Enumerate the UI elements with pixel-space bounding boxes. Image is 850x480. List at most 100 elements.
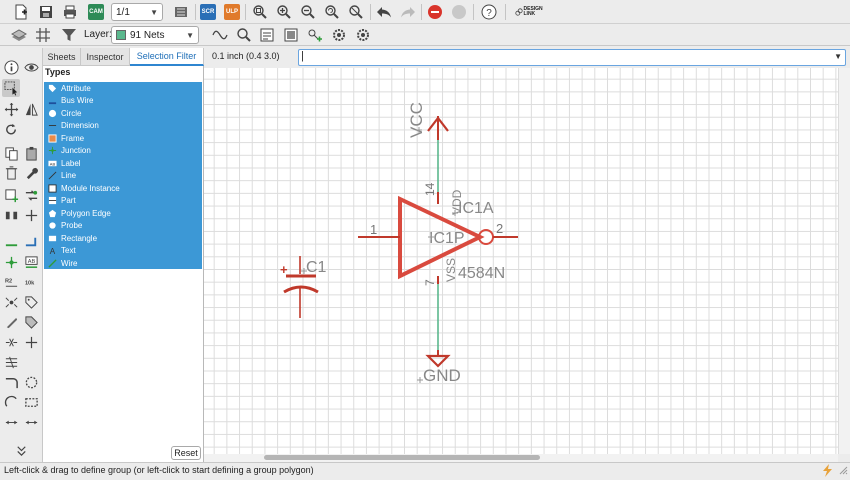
- erc-icon[interactable]: [258, 26, 276, 44]
- copy-icon[interactable]: [2, 144, 20, 162]
- paste-icon[interactable]: [22, 144, 40, 162]
- board-icon[interactable]: [172, 3, 190, 21]
- script-button[interactable]: SCR: [199, 3, 217, 21]
- tab-selection-filter[interactable]: Selection Filter: [130, 48, 204, 66]
- type-item-attribute[interactable]: Attribute: [44, 82, 202, 95]
- type-item-rectangle[interactable]: Rectangle: [44, 232, 202, 245]
- slice-icon[interactable]: [22, 206, 40, 224]
- rectangle-icon: [47, 233, 57, 243]
- move-icon[interactable]: [2, 100, 20, 118]
- gate-swap-icon[interactable]: [22, 333, 40, 351]
- command-input[interactable]: | ▼: [298, 49, 846, 66]
- undo-icon[interactable]: [375, 3, 393, 21]
- gnd-label: GND: [423, 366, 461, 385]
- junction-icon[interactable]: [2, 253, 20, 271]
- redo-icon[interactable]: [399, 3, 417, 21]
- layers-icon[interactable]: [10, 26, 28, 44]
- gnd-supply-symbol[interactable]: GND: [417, 350, 461, 385]
- help-icon[interactable]: ?: [480, 3, 498, 21]
- new-file-icon[interactable]: [12, 3, 30, 21]
- horizontal-scrollbar[interactable]: [204, 454, 838, 462]
- expand-icon[interactable]: [12, 441, 30, 459]
- tag-icon[interactable]: [22, 313, 40, 331]
- name-icon[interactable]: 10k: [22, 273, 40, 291]
- ic-value-label: 4584N: [458, 265, 505, 282]
- wave-icon[interactable]: [211, 26, 229, 44]
- rotate-icon[interactable]: [2, 120, 20, 138]
- pin-swap-icon[interactable]: [2, 333, 20, 351]
- reset-button[interactable]: Reset: [171, 446, 201, 460]
- wire-icon: [47, 258, 57, 268]
- tab-inspector[interactable]: Inspector: [81, 48, 130, 66]
- zoom-select-icon[interactable]: [347, 3, 365, 21]
- split-icon[interactable]: [2, 206, 20, 224]
- go-icon[interactable]: [450, 3, 468, 21]
- zoom-out-icon[interactable]: [299, 3, 317, 21]
- wire-bend-icon[interactable]: [2, 373, 20, 391]
- add-icon[interactable]: [2, 186, 20, 204]
- dimension-icon[interactable]: [2, 413, 20, 431]
- types-list: Attribute Bus Wire Circle Dimension Fram…: [44, 82, 202, 269]
- value-icon[interactable]: R2: [2, 273, 20, 291]
- arc-icon[interactable]: [2, 393, 20, 411]
- type-item-probe[interactable]: Probe: [44, 220, 202, 233]
- type-item-polygon-edge[interactable]: Polygon Edge: [44, 207, 202, 220]
- change-icon[interactable]: [2, 313, 20, 331]
- schematic-drawing: VCC 1 2 14 7 VDD VSS IC1A IC1P 4584N GND…: [280, 102, 518, 385]
- type-item-text[interactable]: A Text: [44, 245, 202, 258]
- info-icon[interactable]: [2, 58, 20, 76]
- stop-icon[interactable]: [426, 3, 444, 21]
- type-item-line[interactable]: Line: [44, 170, 202, 183]
- sheet-select[interactable]: 1/1 ▼: [111, 3, 163, 21]
- circle-icon: [47, 108, 57, 118]
- eye-icon[interactable]: [22, 58, 40, 76]
- gear-icon[interactable]: [354, 26, 372, 44]
- rect-icon[interactable]: [22, 393, 40, 411]
- replace-icon[interactable]: [22, 186, 40, 204]
- bus-icon[interactable]: [22, 232, 40, 250]
- settings-gear-icon[interactable]: [330, 26, 348, 44]
- save-icon[interactable]: [37, 3, 55, 21]
- cam-icon[interactable]: CAM: [87, 3, 105, 21]
- ulp-button[interactable]: ULP: [223, 3, 241, 21]
- filter-icon[interactable]: [60, 26, 78, 44]
- print-icon[interactable]: [61, 3, 79, 21]
- type-item-label[interactable]: AB Label: [44, 157, 202, 170]
- svg-text:?: ?: [486, 8, 492, 19]
- type-item-dimension[interactable]: Dimension: [44, 120, 202, 133]
- scrollbar-thumb[interactable]: [264, 455, 540, 460]
- add-part-icon[interactable]: [306, 26, 324, 44]
- type-item-bus-wire[interactable]: Bus Wire: [44, 95, 202, 108]
- circle-icon[interactable]: [22, 373, 40, 391]
- line-icon: [47, 171, 57, 181]
- net-icon[interactable]: [2, 232, 20, 250]
- capacitor-c1[interactable]: + C1: [280, 256, 327, 318]
- tab-sheets[interactable]: Sheets: [43, 48, 81, 66]
- attribute-icon[interactable]: [22, 293, 40, 311]
- type-item-part[interactable]: Part: [44, 195, 202, 208]
- zoom-redraw-icon[interactable]: [323, 3, 341, 21]
- smash-icon[interactable]: [2, 293, 20, 311]
- wrench-icon[interactable]: [22, 163, 40, 181]
- type-item-circle[interactable]: Circle: [44, 107, 202, 120]
- invoke-icon[interactable]: [2, 353, 20, 371]
- inverter-gate-ic1a[interactable]: 1 2 14 7 VDD VSS IC1A IC1P 4584N: [358, 182, 518, 350]
- more-icon[interactable]: [22, 413, 40, 431]
- group-select-icon[interactable]: [2, 79, 20, 97]
- type-item-junction[interactable]: Junction: [44, 145, 202, 158]
- type-item-wire[interactable]: Wire: [44, 257, 202, 270]
- show-icon[interactable]: [235, 26, 253, 44]
- mirror-icon[interactable]: [22, 100, 40, 118]
- drc-icon[interactable]: [282, 26, 300, 44]
- label-icon[interactable]: AB: [22, 253, 40, 271]
- vertical-scrollbar[interactable]: [838, 68, 850, 454]
- type-item-frame[interactable]: Frame: [44, 132, 202, 145]
- zoom-in-icon[interactable]: [275, 3, 293, 21]
- design-link-button[interactable]: DESIGN LINK: [512, 3, 546, 21]
- zoom-fit-icon[interactable]: [251, 3, 269, 21]
- grid-icon[interactable]: [34, 26, 52, 44]
- type-item-module-instance[interactable]: Module Instance: [44, 182, 202, 195]
- delete-icon[interactable]: [2, 163, 20, 181]
- layer-select[interactable]: 91 Nets ▼: [111, 26, 199, 44]
- schematic-canvas[interactable]: VCC 1 2 14 7 VDD VSS IC1A IC1P 4584N GND…: [204, 68, 838, 454]
